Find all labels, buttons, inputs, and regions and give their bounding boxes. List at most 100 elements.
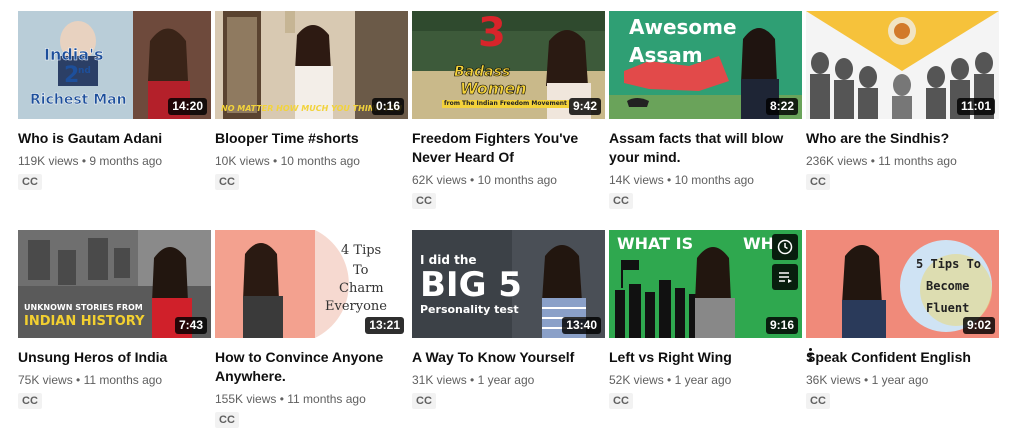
video-thumbnail[interactable]: Awesome Assam 8:22 bbox=[609, 11, 802, 119]
cc-badge: CC bbox=[609, 393, 633, 409]
thumb-text: Fluent bbox=[926, 301, 970, 315]
view-count: 31K views bbox=[412, 373, 467, 387]
cc-badge: CC bbox=[412, 193, 436, 209]
video-card[interactable]: Awesome Assam 8:22 Assam facts that will… bbox=[609, 11, 802, 209]
clock-icon[interactable] bbox=[772, 234, 798, 260]
video-title[interactable]: Unsung Heros of India bbox=[18, 348, 198, 367]
video-thumbnail[interactable]: I did the BIG 5 Personality test 13:40 bbox=[412, 230, 605, 338]
duration-badge: 9:02 bbox=[962, 317, 995, 334]
video-meta: 14K views • 10 months ago bbox=[609, 172, 802, 188]
upload-age: 11 months ago bbox=[878, 154, 957, 168]
video-title[interactable]: Freedom Fighters You've Never Heard Of bbox=[412, 129, 592, 167]
thumb-text: Charm bbox=[339, 281, 384, 296]
upload-age: 10 months ago bbox=[477, 173, 557, 187]
view-count: 75K views bbox=[18, 373, 73, 387]
duration-badge: 9:16 bbox=[765, 317, 798, 334]
thumb-text: India's bbox=[44, 45, 104, 64]
upload-age: 11 months ago bbox=[83, 373, 163, 387]
video-title[interactable]: Assam facts that will blow your mind. bbox=[609, 129, 789, 167]
separator: • bbox=[470, 173, 475, 187]
view-count: 14K views bbox=[609, 173, 664, 187]
separator: • bbox=[470, 373, 475, 387]
duration-badge: 9:42 bbox=[568, 98, 601, 115]
view-count: 52K views bbox=[609, 373, 664, 387]
video-thumbnail[interactable]: 3 Badass Women from The Indian Freedom M… bbox=[412, 11, 605, 119]
thumb-text: 3 bbox=[478, 11, 506, 56]
video-meta: 62K views • 10 months ago bbox=[412, 172, 605, 188]
video-meta: 52K views • 1 year ago bbox=[609, 372, 802, 388]
cc-badge: CC bbox=[806, 174, 830, 190]
video-meta: 236K views • 11 months ago bbox=[806, 153, 999, 169]
video-card[interactable]: 5 Tips To Become Fluent 9:02 Speak Confi… bbox=[806, 230, 999, 409]
thumb-text: Women bbox=[460, 79, 527, 98]
thumb-text: Badass bbox=[454, 64, 511, 80]
video-meta: 119K views • 9 months ago bbox=[18, 153, 211, 169]
separator: • bbox=[667, 173, 672, 187]
thumb-text: INDIAN HISTORY bbox=[24, 314, 145, 329]
thumb-text: 5 Tips To bbox=[916, 257, 982, 271]
video-card[interactable]: 11:01 Who are the Sindhis? 236K views • … bbox=[806, 11, 999, 190]
cc-badge: CC bbox=[609, 193, 633, 209]
video-title[interactable]: How to Convince Anyone Anywhere. bbox=[215, 348, 395, 386]
video-title[interactable]: Speak Confident English bbox=[806, 348, 986, 367]
video-card[interactable]: 4 Tips To Charm Everyone 13:21 How to Co… bbox=[215, 230, 408, 428]
duration-badge: 13:21 bbox=[365, 317, 404, 334]
thumb-text: Become bbox=[926, 279, 970, 293]
upload-age: 1 year ago bbox=[871, 373, 929, 387]
video-thumbnail[interactable]: NO MATTER HOW MUCH YOU THINK YOU 0:16 bbox=[215, 11, 408, 119]
video-card[interactable]: India's 2 nd Richest Man 14:20 Who is Ga… bbox=[18, 11, 211, 190]
separator: • bbox=[81, 154, 87, 168]
upload-age: 9 months ago bbox=[89, 154, 163, 168]
video-title[interactable]: Blooper Time #shorts bbox=[215, 129, 395, 148]
video-meta: 31K views • 1 year ago bbox=[412, 372, 605, 388]
video-card[interactable]: NO MATTER HOW MUCH YOU THINK YOU 0:16 Bl… bbox=[215, 11, 408, 190]
video-title[interactable]: Who is Gautam Adani bbox=[18, 129, 198, 148]
view-count: 236K views bbox=[806, 154, 868, 168]
video-thumbnail[interactable]: 4 Tips To Charm Everyone 13:21 bbox=[215, 230, 408, 338]
duration-badge: 13:40 bbox=[562, 317, 601, 334]
video-thumbnail[interactable]: India's 2 nd Richest Man 14:20 bbox=[18, 11, 211, 119]
thumb-text: Everyone bbox=[325, 299, 387, 314]
video-title[interactable]: Left vs Right Wing bbox=[609, 348, 789, 367]
separator: • bbox=[279, 392, 284, 406]
separator: • bbox=[273, 154, 278, 168]
upload-age: 1 year ago bbox=[674, 373, 732, 387]
video-meta: 155K views • 11 months ago bbox=[215, 391, 408, 407]
video-card[interactable]: WHAT IS WH 9:16 Left vs Right Wing 52K v… bbox=[609, 230, 812, 409]
thumb-text: Personality test bbox=[420, 303, 519, 316]
video-card[interactable]: UNKNOWN STORIES FROM INDIAN HISTORY 7:43… bbox=[18, 230, 211, 409]
duration-badge: 0:16 bbox=[371, 98, 404, 115]
view-count: 119K views bbox=[18, 154, 79, 168]
separator: • bbox=[76, 373, 81, 387]
video-thumbnail[interactable]: 5 Tips To Become Fluent 9:02 bbox=[806, 230, 999, 338]
view-count: 10K views bbox=[215, 154, 270, 168]
thumb-text: 4 Tips bbox=[341, 243, 382, 258]
thumb-text: BIG 5 bbox=[420, 265, 522, 305]
thumb-text: WH bbox=[743, 234, 775, 253]
video-card[interactable]: I did the BIG 5 Personality test 13:40 A… bbox=[412, 230, 605, 409]
video-row: India's 2 nd Richest Man 14:20 Who is Ga… bbox=[18, 11, 1008, 211]
cc-badge: CC bbox=[412, 393, 436, 409]
view-count: 36K views bbox=[806, 373, 861, 387]
video-row: UNKNOWN STORIES FROM INDIAN HISTORY 7:43… bbox=[18, 230, 1008, 430]
cc-badge: CC bbox=[18, 393, 42, 409]
thumb-text: Assam bbox=[629, 43, 703, 67]
upload-age: 11 months ago bbox=[287, 392, 366, 406]
view-count: 155K views bbox=[215, 392, 277, 406]
thumb-text: from The Indian Freedom Movement bbox=[442, 100, 569, 108]
upload-age: 10 months ago bbox=[280, 154, 360, 168]
add-to-queue-icon[interactable] bbox=[772, 264, 798, 290]
video-title[interactable]: A Way To Know Yourself bbox=[412, 348, 592, 367]
view-count: 62K views bbox=[412, 173, 467, 187]
video-thumbnail[interactable]: WHAT IS WH 9:16 bbox=[609, 230, 802, 338]
video-thumbnail[interactable]: 11:01 bbox=[806, 11, 999, 119]
cc-badge: CC bbox=[18, 174, 42, 190]
video-thumbnail[interactable]: UNKNOWN STORIES FROM INDIAN HISTORY 7:43 bbox=[18, 230, 211, 338]
video-card[interactable]: 3 Badass Women from The Indian Freedom M… bbox=[412, 11, 605, 209]
video-title[interactable]: Who are the Sindhis? bbox=[806, 129, 986, 148]
duration-badge: 8:22 bbox=[765, 98, 798, 115]
thumb-text: Richest Man bbox=[30, 92, 127, 108]
thumb-text: Awesome bbox=[629, 15, 737, 39]
cc-badge: CC bbox=[215, 174, 239, 190]
separator: • bbox=[667, 373, 672, 387]
